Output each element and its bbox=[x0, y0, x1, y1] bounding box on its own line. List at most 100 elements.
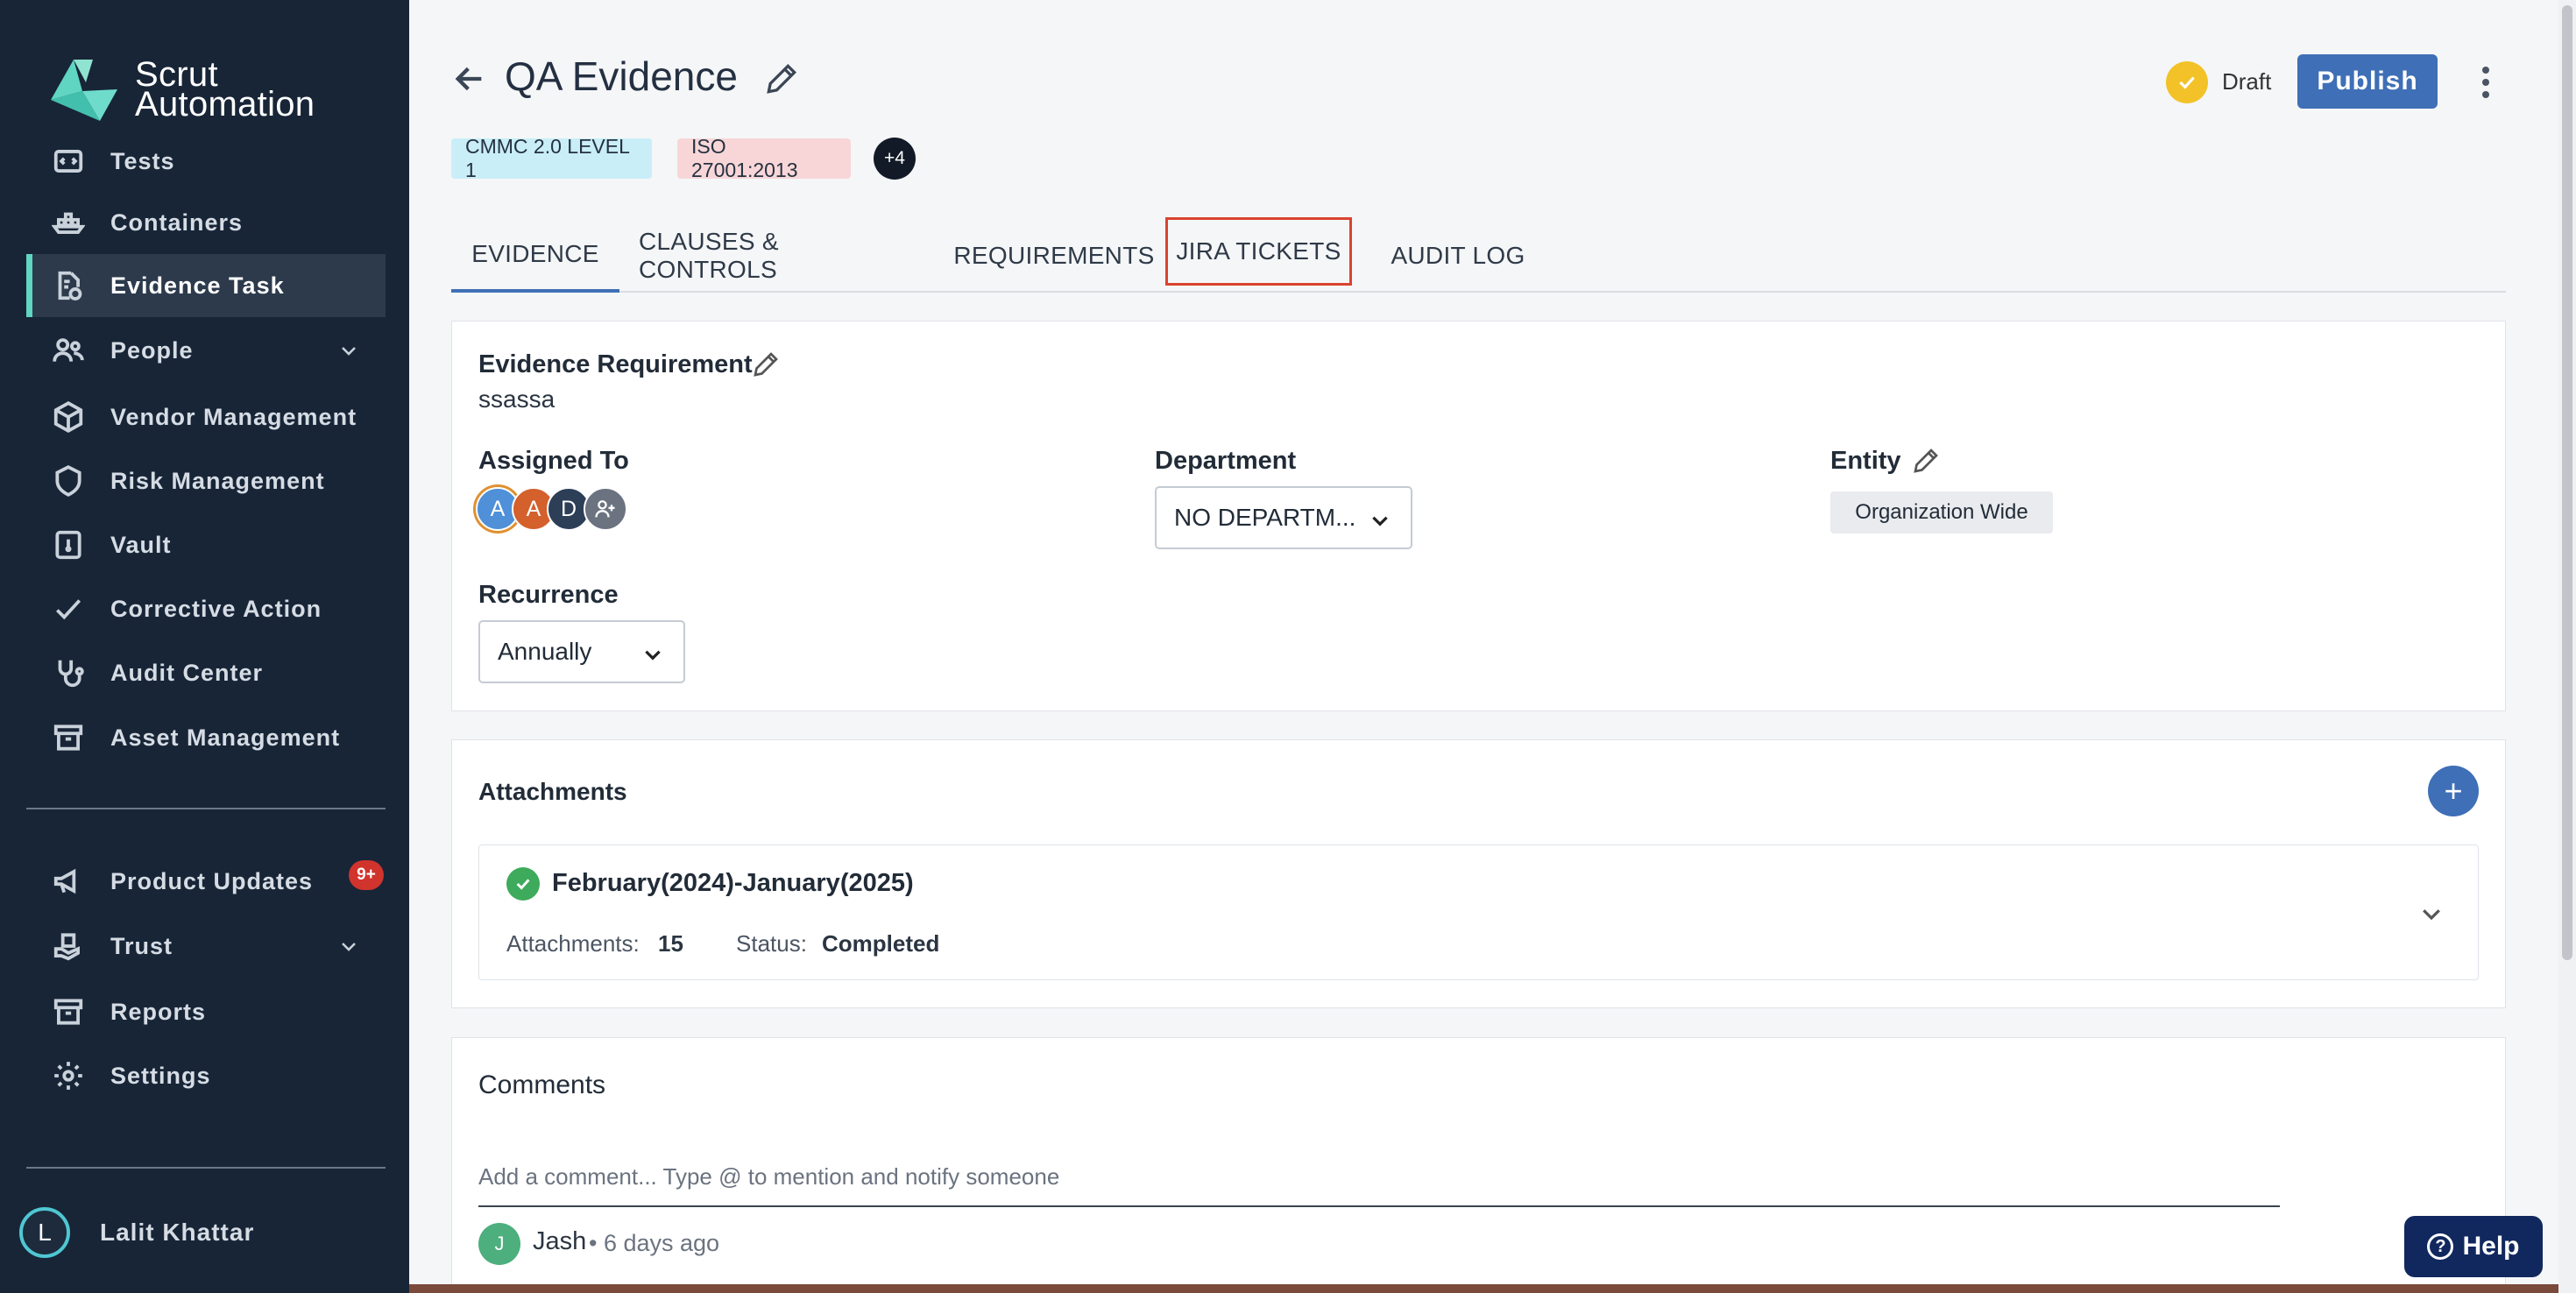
recurrence-value: Annually bbox=[498, 638, 592, 665]
scrollbar-thumb[interactable] bbox=[2562, 5, 2572, 960]
sidebar-item-vault[interactable]: Vault bbox=[26, 513, 386, 576]
pencil-icon[interactable] bbox=[1910, 445, 1942, 477]
more-options-icon[interactable] bbox=[2471, 63, 2501, 102]
sidebar-item-product-updates[interactable]: Product Updates bbox=[26, 850, 386, 913]
help-label: Help bbox=[2462, 1232, 2520, 1261]
shield-icon bbox=[49, 462, 88, 500]
recurrence-select[interactable]: Annually bbox=[478, 620, 685, 683]
add-assignee-icon[interactable] bbox=[584, 487, 627, 531]
tab-requirements[interactable]: REQUIREMENTS bbox=[951, 219, 1157, 293]
sidebar-item-label: Tests bbox=[110, 147, 175, 174]
code-box-icon bbox=[49, 142, 88, 180]
attachment-count-value: 15 bbox=[658, 930, 683, 957]
attachment-item[interactable] bbox=[478, 844, 2479, 980]
more-tags-badge[interactable]: +4 bbox=[874, 138, 916, 180]
sidebar-item-risk-management[interactable]: Risk Management bbox=[26, 449, 386, 512]
sidebar-item-label: Trust bbox=[110, 932, 173, 959]
sidebar-item-trust[interactable]: Trust bbox=[26, 915, 386, 978]
scrollbar[interactable] bbox=[2558, 0, 2576, 1293]
attachment-period: February(2024)-January(2025) bbox=[552, 869, 914, 897]
updates-count-badge: 9+ bbox=[349, 860, 384, 890]
brand-logo[interactable]: Scrut Automation bbox=[47, 56, 315, 123]
archive-icon bbox=[49, 993, 88, 1031]
comments-title: Comments bbox=[478, 1070, 606, 1099]
attachments-title: Attachments bbox=[478, 778, 627, 805]
sidebar-item-label: Asset Management bbox=[110, 724, 341, 751]
framework-tag[interactable]: CMMC 2.0 LEVEL 1 bbox=[451, 135, 652, 181]
sidebar-item-label: Audit Center bbox=[110, 659, 263, 686]
sidebar-item-tests[interactable]: Tests bbox=[26, 130, 386, 193]
sidebar-item-label: Risk Management bbox=[110, 467, 325, 494]
attachment-status-value: Completed bbox=[822, 930, 940, 957]
comment-input[interactable]: Add a comment... Type @ to mention and n… bbox=[478, 1148, 2280, 1207]
brand-name: Scrut Automation bbox=[135, 55, 315, 124]
sidebar-item-asset-management[interactable]: Asset Management bbox=[26, 706, 386, 769]
publish-button[interactable]: Publish bbox=[2297, 54, 2438, 109]
comment-author: Jash bbox=[533, 1227, 587, 1255]
status-label: Draft bbox=[2222, 68, 2272, 95]
department-value: NO DEPARTM... bbox=[1174, 504, 1356, 531]
sidebar-item-settings[interactable]: Settings bbox=[26, 1044, 386, 1107]
cube-icon bbox=[49, 398, 88, 436]
sidebar-item-label: Settings bbox=[110, 1062, 211, 1089]
chevron-down-icon bbox=[645, 650, 661, 661]
back-arrow-icon[interactable] bbox=[452, 61, 487, 96]
sidebar-item-label: Corrective Action bbox=[110, 595, 322, 622]
vault-icon bbox=[49, 526, 88, 564]
sidebar-item-audit-center[interactable]: Audit Center bbox=[26, 641, 386, 704]
entity-label: Entity bbox=[1830, 447, 1901, 475]
sidebar-item-evidence-task[interactable]: Evidence Task bbox=[26, 254, 386, 317]
chevron-down-icon[interactable] bbox=[2418, 901, 2445, 927]
chevron-down-icon bbox=[1372, 516, 1388, 526]
draft-status-icon bbox=[2166, 61, 2208, 103]
sidebar: Scrut Automation Tests Containers Eviden… bbox=[0, 0, 409, 1293]
archive-box-icon bbox=[49, 718, 88, 757]
sidebar-item-reports[interactable]: Reports bbox=[26, 980, 386, 1043]
trust-hand-icon bbox=[49, 927, 88, 965]
user-profile[interactable]: L Lalit Khattar bbox=[19, 1207, 254, 1258]
department-label: Department bbox=[1155, 447, 1297, 475]
evidence-requirement-label: Evidence Requirement bbox=[478, 350, 753, 378]
help-button[interactable]: ? Help bbox=[2404, 1216, 2543, 1277]
assigned-to-label: Assigned To bbox=[478, 447, 629, 475]
entity-chip: Organization Wide bbox=[1830, 491, 2053, 533]
sidebar-item-vendor-management[interactable]: Vendor Management bbox=[26, 385, 386, 449]
chevron-down-icon[interactable] bbox=[338, 936, 359, 957]
avatar: J bbox=[478, 1223, 520, 1265]
tab-evidence[interactable]: EVIDENCE bbox=[451, 219, 619, 293]
tab-clauses-controls[interactable]: CLAUSES & CONTROLS bbox=[639, 219, 919, 293]
sidebar-divider bbox=[26, 1167, 386, 1169]
megaphone-icon bbox=[49, 862, 88, 901]
scrut-logo-icon bbox=[51, 60, 117, 121]
comment-time: • 6 days ago bbox=[589, 1230, 720, 1256]
department-select[interactable]: NO DEPARTM... bbox=[1155, 486, 1412, 549]
user-name: Lalit Khattar bbox=[100, 1219, 255, 1246]
sidebar-item-label: Reports bbox=[110, 998, 207, 1025]
chevron-down-icon[interactable] bbox=[338, 340, 359, 361]
sidebar-item-label: People bbox=[110, 336, 194, 364]
sidebar-divider bbox=[26, 808, 386, 809]
sidebar-item-corrective-action[interactable]: Corrective Action bbox=[26, 577, 386, 640]
evidence-requirement-value: ssassa bbox=[478, 385, 556, 413]
avatar: L bbox=[19, 1207, 70, 1258]
framework-tag[interactable]: ISO 27001:2013 bbox=[677, 135, 851, 181]
sidebar-item-label: Vault bbox=[110, 531, 172, 558]
tab-jira-tickets[interactable]: JIRA TICKETS bbox=[1165, 217, 1352, 286]
people-icon bbox=[49, 331, 88, 370]
attachment-count-label: Attachments: bbox=[506, 930, 640, 957]
attachment-status-label: Status: bbox=[736, 930, 807, 957]
question-icon: ? bbox=[2427, 1233, 2454, 1260]
tab-bar: EVIDENCE CLAUSES & CONTROLS REQUIREMENTS… bbox=[451, 217, 2506, 293]
window-bottom-edge bbox=[409, 1284, 2558, 1293]
document-check-icon bbox=[49, 266, 88, 305]
sidebar-item-people[interactable]: People bbox=[26, 319, 386, 382]
gear-icon bbox=[49, 1056, 88, 1095]
recurrence-label: Recurrence bbox=[478, 581, 619, 609]
pencil-icon[interactable] bbox=[750, 349, 782, 380]
sidebar-item-label: Evidence Task bbox=[110, 272, 285, 299]
sidebar-item-label: Product Updates bbox=[110, 867, 314, 894]
pencil-icon[interactable] bbox=[762, 60, 801, 98]
add-attachment-button[interactable]: + bbox=[2428, 766, 2479, 816]
sidebar-item-containers[interactable]: Containers bbox=[26, 191, 386, 254]
tab-audit-log[interactable]: AUDIT LOG bbox=[1368, 219, 1548, 293]
